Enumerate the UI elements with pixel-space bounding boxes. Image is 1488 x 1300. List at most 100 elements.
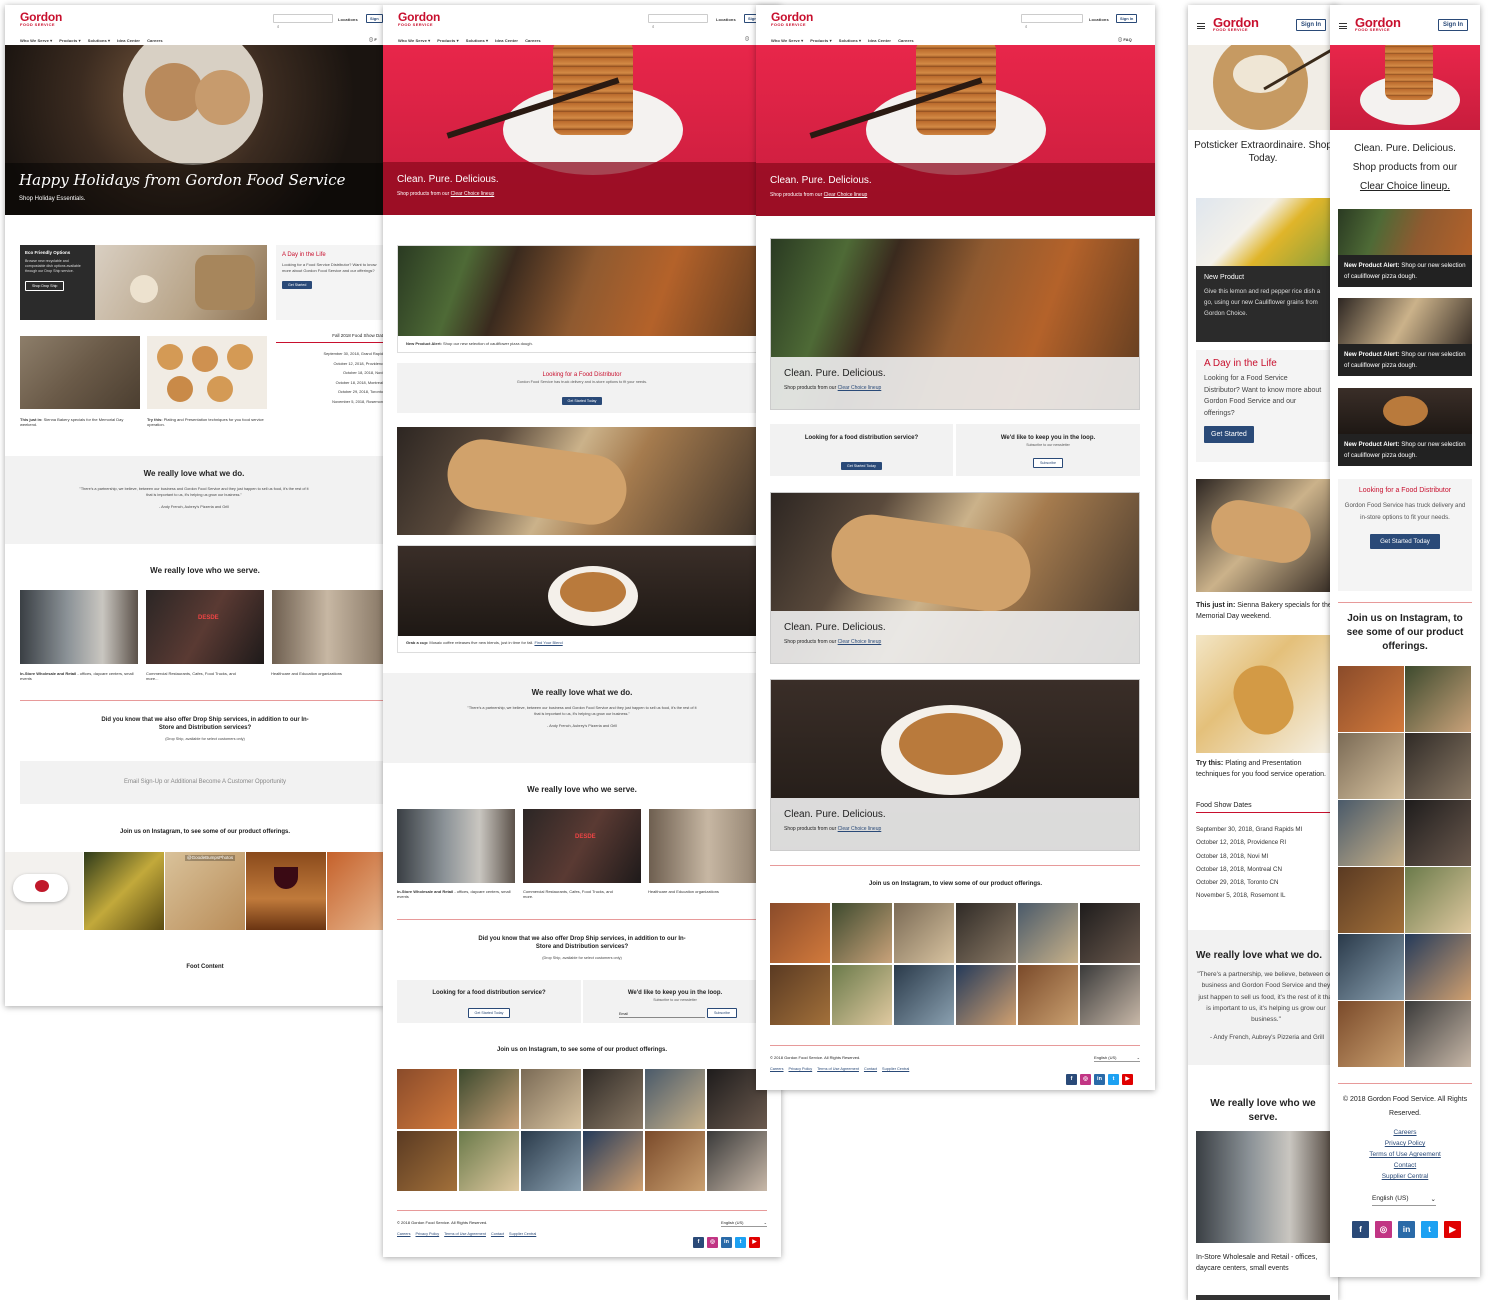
footer-link-careers[interactable]: Careers — [1338, 1127, 1472, 1138]
nav-careers[interactable]: Careers — [525, 38, 541, 43]
twitter-icon[interactable]: t — [735, 1237, 746, 1248]
instagram-post[interactable] — [1405, 666, 1471, 732]
nav-careers[interactable]: Careers — [147, 38, 163, 43]
hero-cookies-image[interactable]: Happy Holidays from Gordon Food Service … — [5, 45, 383, 215]
instagram-post[interactable] — [956, 903, 1016, 963]
instagram-icon[interactable]: ◎ — [707, 1237, 718, 1248]
insta-image-3[interactable]: @GoodeBumpsPhotos — [165, 852, 245, 930]
insta-image-4[interactable] — [246, 852, 326, 930]
footer-link-privacy-policy[interactable]: Privacy Policy — [416, 1232, 440, 1236]
get-started-today-button[interactable]: Get Started Today — [561, 397, 603, 405]
instagram-post[interactable] — [1405, 934, 1471, 1000]
instagram-post[interactable] — [832, 903, 892, 963]
instagram-post[interactable] — [1405, 1001, 1471, 1067]
nav-idea-center[interactable]: Idea Center — [117, 38, 140, 43]
instagram-post[interactable] — [1338, 800, 1404, 866]
instagram-post[interactable] — [894, 903, 954, 963]
serve-wholesale-image[interactable] — [1196, 1131, 1330, 1243]
instagram-icon[interactable]: ◎ — [1080, 1074, 1091, 1085]
clear-choice-link[interactable]: Clear Choice lineup — [838, 826, 882, 832]
hamburger-menu-icon[interactable] — [1197, 23, 1205, 29]
sign-in-button[interactable]: Sign In — [1116, 14, 1138, 23]
coffee-beans-image[interactable] — [20, 336, 140, 409]
alert-card-1[interactable]: New Product Alert: Shop our new selectio… — [1338, 209, 1472, 287]
nav-idea-center[interactable]: Idea Center — [868, 38, 891, 43]
nav-who-we-serve[interactable]: Who We Serve ▾ — [398, 38, 430, 43]
nav-products[interactable]: Products ▾ — [437, 38, 458, 43]
nav-solutions[interactable]: Solutions ▾ — [466, 38, 488, 43]
nav-products[interactable]: Products ▾ — [810, 38, 831, 43]
instagram-post[interactable] — [397, 1131, 457, 1191]
instagram-post[interactable] — [583, 1069, 643, 1129]
search-input[interactable]: ⌕ — [1021, 14, 1083, 29]
nav-who-we-serve[interactable]: Who We Serve ▾ — [771, 38, 803, 43]
get-started-today-button[interactable]: Get Started Today — [1370, 533, 1440, 549]
nav-solutions[interactable]: Solutions ▾ — [88, 38, 110, 43]
facebook-icon[interactable]: f — [1352, 1221, 1369, 1238]
footer-link-terms-of-use-agreement[interactable]: Terms of Use Agreement — [444, 1232, 486, 1236]
youtube-icon[interactable]: ▶ — [1122, 1074, 1133, 1085]
instagram-post[interactable] — [707, 1131, 767, 1191]
hero-pancakes-image[interactable] — [1330, 45, 1480, 130]
linkedin-icon[interactable]: in — [1398, 1221, 1415, 1238]
footer-link-terms-of-use-agreement[interactable]: Terms of Use Agreement — [1338, 1149, 1472, 1160]
instagram-post[interactable] — [521, 1131, 581, 1191]
eco-image[interactable] — [95, 245, 267, 320]
logo[interactable]: Gordon FOOD SERVICE — [20, 11, 62, 27]
cookies-tray-image[interactable] — [147, 336, 267, 409]
instagram-post[interactable] — [397, 1069, 457, 1129]
footer-link-supplier-central[interactable]: Supplier Central — [509, 1232, 536, 1236]
footer-link-contact[interactable]: Contact — [491, 1232, 504, 1236]
instagram-post[interactable] — [1338, 1001, 1404, 1067]
serve-wholesale-image[interactable] — [397, 809, 515, 883]
clear-choice-link[interactable]: Clear Choice lineup. — [1336, 177, 1474, 196]
get-started-today-button[interactable]: Get Started Today — [841, 462, 882, 470]
locations-link[interactable]: Locations — [716, 17, 736, 22]
instagram-post[interactable] — [521, 1069, 581, 1129]
footer-link-contact[interactable]: Contact — [1338, 1160, 1472, 1171]
footer-link-supplier-central[interactable]: Supplier Central — [882, 1067, 909, 1071]
language-select[interactable]: English (US) ⌄ — [721, 1220, 767, 1227]
linkedin-icon[interactable]: in — [1094, 1074, 1105, 1085]
hero-pancakes-image[interactable]: Clean. Pure. Delicious. Shop products fr… — [756, 45, 1155, 216]
find-your-blend-link[interactable]: Find Your Blend — [534, 640, 562, 645]
bread-image[interactable] — [1196, 479, 1330, 592]
instagram-post[interactable] — [1338, 934, 1404, 1000]
help-icon[interactable]: ⓘ — [745, 36, 749, 42]
instagram-icon[interactable]: ◎ — [1375, 1221, 1392, 1238]
instagram-post[interactable] — [1018, 903, 1078, 963]
search-input[interactable]: ⌕ — [648, 14, 708, 29]
footer-link-careers[interactable]: Careers — [770, 1067, 784, 1071]
email-signup-placeholder[interactable]: Email Sign-Up or Additional Become A Cus… — [20, 761, 383, 804]
get-started-today-button[interactable]: Get Started Today — [467, 1008, 511, 1018]
footer-link-supplier-central[interactable]: Supplier Central — [1338, 1171, 1472, 1182]
serve-restaurant-image[interactable]: DESDE — [523, 809, 641, 883]
footer-link-privacy-policy[interactable]: Privacy Policy — [1338, 1138, 1472, 1149]
alert-card-3[interactable]: New Product Alert: Shop our new selectio… — [1338, 388, 1472, 466]
footer-link-careers[interactable]: Careers — [397, 1232, 411, 1236]
instagram-post[interactable] — [770, 903, 830, 963]
get-started-button[interactable]: Get Started — [282, 281, 313, 289]
locations-link[interactable]: Locations — [338, 17, 358, 22]
youtube-icon[interactable]: ▶ — [1444, 1221, 1461, 1238]
instagram-post[interactable] — [894, 965, 954, 1025]
alert-card-2[interactable]: New Product Alert: Shop our new selectio… — [1338, 298, 1472, 376]
nav-idea-center[interactable]: Idea Center — [495, 38, 518, 43]
logo[interactable]: Gordon FOOD SERVICE — [398, 11, 440, 27]
insta-image-1[interactable] — [5, 852, 83, 930]
instagram-post[interactable] — [1405, 867, 1471, 933]
sign-in-button[interactable]: Sign In — [1296, 19, 1326, 31]
subscribe-button[interactable]: Subscribe — [1033, 458, 1063, 468]
instagram-post[interactable] — [1080, 903, 1140, 963]
nav-careers[interactable]: Careers — [898, 38, 914, 43]
clear-choice-link[interactable]: Clear Choice lineup — [451, 191, 495, 197]
coffee-hero-card[interactable]: Clean. Pure. Delicious. Shop products fr… — [770, 679, 1140, 851]
logo[interactable]: Gordon FOOD SERVICE — [1355, 16, 1401, 32]
clear-choice-link[interactable]: Clear Choice lineup — [838, 385, 882, 391]
twitter-icon[interactable]: t — [1421, 1221, 1438, 1238]
instagram-post[interactable] — [645, 1069, 705, 1129]
insta-image-2[interactable] — [84, 852, 164, 930]
instagram-post[interactable] — [1405, 800, 1471, 866]
serve-restaurant-image[interactable]: DESDE — [146, 590, 264, 664]
footer-link-privacy-policy[interactable]: Privacy Policy — [789, 1067, 813, 1071]
